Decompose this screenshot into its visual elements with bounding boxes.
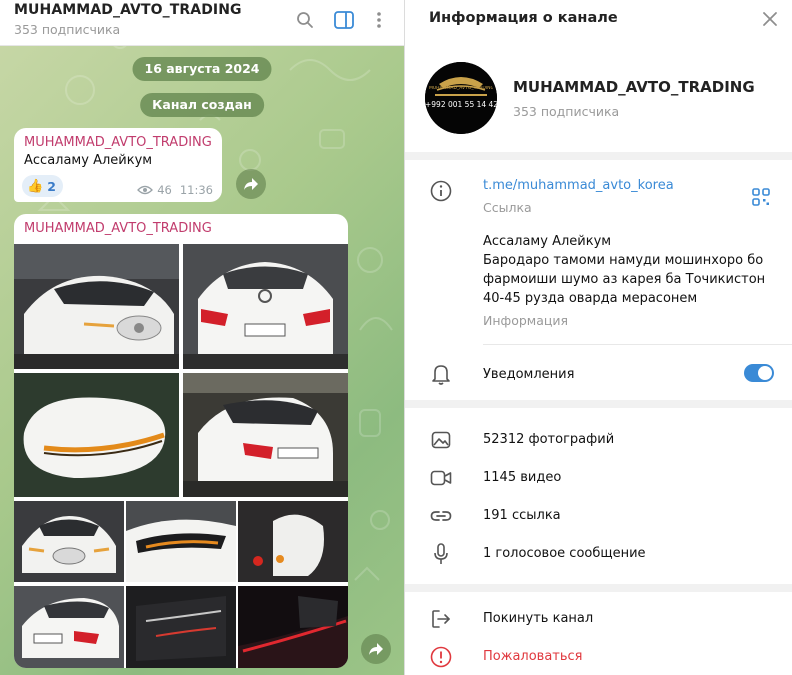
chat-header: MUHAMMAD_AVTO_TRADING 353 подписчика	[0, 0, 404, 46]
divider	[483, 344, 792, 345]
leave-icon	[429, 607, 453, 631]
leave-channel-button[interactable]: Покинуть канал	[483, 611, 593, 626]
microphone-icon	[429, 542, 453, 566]
message-text: Ассаламу Алейкум	[24, 153, 153, 168]
headlight-photo[interactable]	[126, 501, 236, 582]
info-circle-icon	[429, 179, 453, 203]
search-icon[interactable]	[294, 9, 316, 31]
report-button[interactable]: Пожаловаться	[483, 649, 583, 664]
photo-icon	[429, 428, 453, 452]
description-line: 40-45 рузда оварда мерасонем	[483, 291, 698, 306]
report-icon	[429, 645, 453, 669]
media-videos[interactable]: 1145 видео	[483, 470, 561, 485]
channel-created-notice: Канал создан	[140, 93, 264, 117]
channel-description: Ассаламу Алейкум Бародаро тамоми намуди …	[483, 232, 773, 308]
chat-title[interactable]: MUHAMMAD_AVTO_TRADING	[14, 2, 242, 18]
car-front-photo[interactable]	[14, 501, 124, 582]
door-interior-photo[interactable]	[126, 586, 236, 668]
chat-subscriber-count: 353 подписчика	[14, 22, 121, 37]
message-sender[interactable]: MUHAMMAD_AVTO_TRADING	[24, 221, 212, 236]
message-bubble[interactable]: MUHAMMAD_AVTO_TRADING Ассаламу Алейкум 👍…	[14, 128, 222, 202]
description-line: Ассаламу Алейкум	[483, 234, 612, 249]
description-line: фармоиши шумо аз карея ба Точикистон	[483, 272, 766, 287]
avatar-phone: +992 001 55 14 42	[425, 100, 497, 109]
media-photos[interactable]: 52312 фотографий	[483, 432, 614, 447]
description-label: Информация	[483, 313, 569, 328]
date-separator: 16 августа 2024	[132, 57, 272, 81]
media-links[interactable]: 191 ссылка	[483, 508, 561, 523]
car-front-angle-photo[interactable]	[183, 373, 348, 497]
channel-subscriber-count: 353 подписчика	[513, 104, 620, 119]
notifications-toggle[interactable]	[744, 364, 774, 382]
message-meta: 46 11:36	[137, 183, 213, 197]
notifications-label: Уведомления	[483, 367, 575, 382]
channel-name: MUHAMMAD_AVTO_TRADING	[513, 78, 755, 96]
avatar-logo-text: MUHAMMAD_AVTO_TRADING	[429, 86, 493, 91]
reaction-badge[interactable]: 👍 2	[22, 175, 63, 197]
media-voice[interactable]: 1 голосовое сообщение	[483, 546, 646, 561]
eye-icon	[137, 185, 154, 195]
message-time: 11:36	[179, 183, 213, 197]
channel-info-panel: Информация о канале MUHAMMAD_AVTO_TRADIN…	[404, 0, 792, 675]
qr-code-icon[interactable]	[752, 188, 770, 206]
chat-pane: MUHAMMAD_AVTO_TRADING 353 подписчика 16 …	[0, 0, 404, 675]
panel-title: Информация о канале	[429, 10, 618, 26]
link-icon	[429, 504, 453, 528]
link-label: Ссылка	[483, 200, 532, 215]
actions-section	[405, 592, 792, 675]
bell-icon	[429, 362, 453, 386]
car-rear-photo[interactable]	[183, 244, 348, 369]
car-rear-photo[interactable]	[14, 586, 124, 668]
close-icon[interactable]	[761, 10, 779, 28]
view-count: 46	[157, 183, 172, 197]
message-sender[interactable]: MUHAMMAD_AVTO_TRADING	[24, 135, 212, 150]
toggle-knob	[758, 366, 772, 380]
door-ambient-photo[interactable]	[238, 586, 348, 668]
album-message[interactable]: MUHAMMAD_AVTO_TRADING	[14, 214, 348, 668]
forward-arrow-icon	[369, 643, 383, 655]
share-button[interactable]	[361, 634, 391, 664]
mirror-photo[interactable]	[238, 501, 348, 582]
channel-avatar[interactable]: MUHAMMAD_AVTO_TRADING +992 001 55 14 42	[425, 62, 497, 134]
mirror-indicator-photo[interactable]	[14, 373, 179, 497]
sidebar-toggle-icon[interactable]	[333, 9, 355, 31]
profile-section: Информация о канале MUHAMMAD_AVTO_TRADIN…	[405, 0, 792, 152]
video-icon	[429, 466, 453, 490]
channel-link[interactable]: t.me/muhammad_avto_korea	[483, 178, 674, 193]
reaction-count: 2	[47, 178, 56, 194]
more-menu-icon[interactable]	[368, 9, 390, 31]
share-button[interactable]	[236, 169, 266, 199]
forward-arrow-icon	[244, 178, 258, 190]
car-front-photo[interactable]	[14, 244, 179, 369]
description-line: Бародаро тамоми намуди мошинхоро бо	[483, 253, 764, 268]
thumbs-up-icon: 👍	[27, 178, 44, 194]
